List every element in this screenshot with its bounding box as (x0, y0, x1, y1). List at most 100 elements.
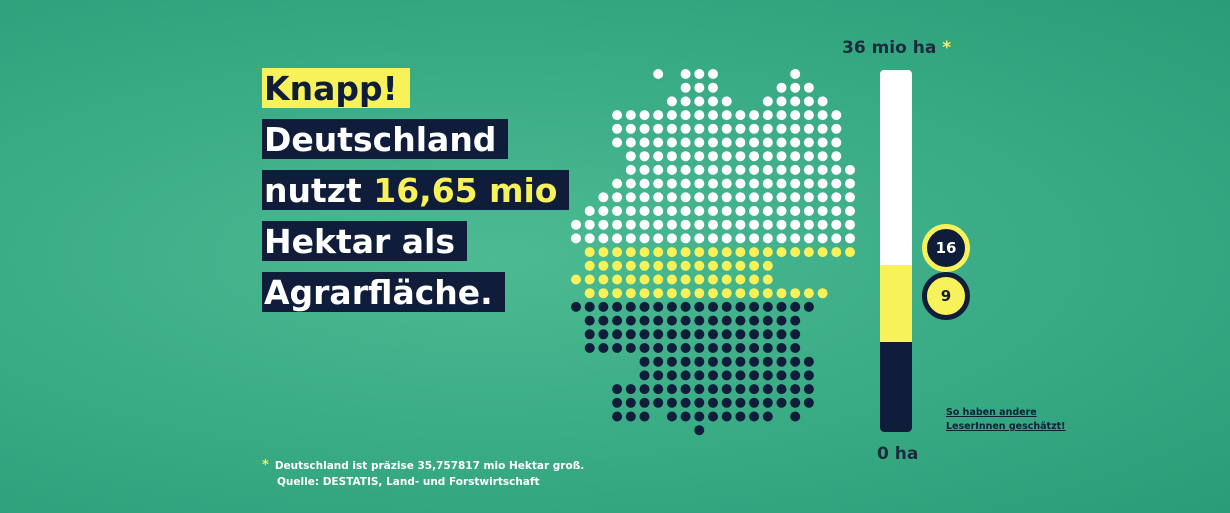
headline-hektar: Hektar als (262, 221, 467, 261)
map-dot (749, 370, 760, 381)
map-dot (571, 274, 581, 285)
germany-dot-map (571, 69, 855, 436)
map-dot (680, 315, 691, 326)
map-dot (612, 219, 623, 230)
map-dot (680, 356, 691, 367)
map-dot (721, 329, 732, 340)
map-dot (776, 370, 787, 381)
map-dot (790, 110, 801, 121)
map-dot (666, 137, 677, 148)
map-dot (639, 329, 650, 340)
map-dot (762, 178, 773, 189)
map-dot (639, 164, 650, 175)
map-dot (721, 233, 732, 244)
map-dot (721, 343, 732, 353)
map-dot (694, 329, 705, 340)
map-dot (625, 206, 636, 216)
map-dot (653, 151, 664, 162)
map-dot (625, 301, 636, 312)
map-dot (584, 343, 595, 353)
map-dot (598, 274, 609, 285)
map-dot (735, 356, 746, 367)
map-dot (762, 384, 773, 395)
map-dot (735, 260, 746, 271)
map-dot (708, 151, 718, 162)
map-dot (666, 301, 677, 312)
map-dot (625, 260, 636, 271)
map-dot (749, 206, 760, 216)
map-dot (694, 192, 705, 203)
map-dot (803, 96, 814, 107)
map-dot (735, 274, 746, 285)
map-dot (666, 356, 677, 367)
map-dot (666, 219, 677, 230)
map-dot (708, 192, 718, 203)
map-dot (790, 123, 801, 134)
map-dot (666, 110, 677, 121)
map-dot (749, 178, 760, 189)
map-dot (721, 247, 732, 258)
map-dot (845, 206, 855, 216)
map-dot (803, 233, 814, 244)
map-dot (721, 137, 732, 148)
map-dot (735, 151, 746, 162)
map-dot (708, 356, 718, 367)
map-dot (762, 260, 773, 271)
map-dot (790, 178, 801, 189)
map-dot (666, 260, 677, 271)
map-dot (776, 192, 787, 203)
map-dot (803, 384, 814, 395)
map-dot (666, 343, 677, 353)
map-dot (639, 247, 650, 258)
map-dot (598, 329, 609, 340)
map-dot (666, 288, 677, 299)
scale-min-label: 0 ha (877, 444, 919, 464)
map-dot (749, 219, 760, 230)
map-dot (790, 82, 801, 93)
map-dot (749, 397, 760, 408)
map-dot (762, 233, 773, 244)
map-dot (666, 411, 677, 422)
map-dot (762, 274, 773, 285)
map-dot (735, 397, 746, 408)
map-dot (694, 260, 705, 271)
map-dot (653, 274, 664, 285)
map-dot (708, 164, 718, 175)
map-dot (721, 192, 732, 203)
map-dot (762, 397, 773, 408)
map-dot (680, 151, 691, 162)
map-dot (694, 164, 705, 175)
map-dot (639, 123, 650, 134)
map-dot (803, 123, 814, 134)
map-dot (803, 164, 814, 175)
headline-agrarflaeche: Agrarfläche. (262, 272, 505, 312)
map-dot (625, 397, 636, 408)
map-dot (817, 151, 828, 162)
map-dot (721, 384, 732, 395)
map-dot (598, 219, 609, 230)
map-dot (749, 247, 760, 258)
map-dot (653, 233, 664, 244)
other-readers-link[interactable]: So haben andere LeserInnen geschätzt! (946, 406, 1066, 434)
map-dot (708, 370, 718, 381)
map-dot (735, 123, 746, 134)
map-dot (666, 329, 677, 340)
map-dot (598, 206, 609, 216)
scale-max-label: 36 mio ha * (842, 38, 951, 58)
map-dot (721, 370, 732, 381)
headline-nutzt-prefix: nutzt (264, 171, 374, 210)
other-readers-link-line1: So haben andere (946, 407, 1037, 418)
map-dot (776, 137, 787, 148)
map-dot (598, 247, 609, 258)
map-dot (666, 123, 677, 134)
map-dot (776, 110, 787, 121)
map-dot (845, 247, 855, 258)
map-dot (762, 288, 773, 299)
map-dot (735, 343, 746, 353)
map-dot (694, 206, 705, 216)
map-dot (831, 219, 842, 230)
map-dot (790, 301, 801, 312)
map-dot (762, 370, 773, 381)
map-dot (735, 206, 746, 216)
map-dot (612, 260, 623, 271)
